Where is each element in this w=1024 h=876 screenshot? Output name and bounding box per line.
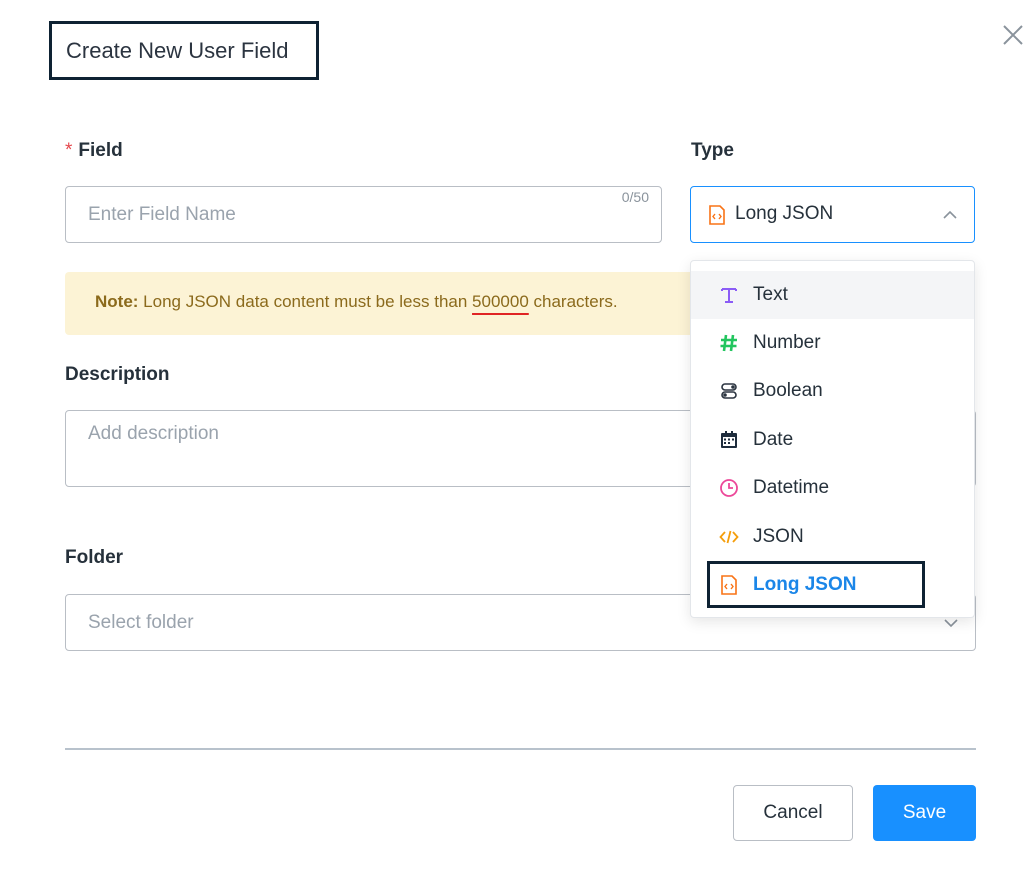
type-option-label: JSON [753,526,804,547]
type-value: Long JSON [735,203,834,224]
folder-label: Folder [65,547,124,568]
type-label: Type [691,140,734,161]
type-option-text[interactable]: Text [691,271,974,319]
required-mark: * [65,140,73,161]
close-button[interactable] [1000,22,1024,48]
field-label-text: Field [78,140,123,161]
type-option-json[interactable]: JSON [691,513,974,561]
dialog-title-box: Create New User Field [49,21,319,80]
toggle-icon [719,381,739,401]
note-prefix: Note: [95,292,139,311]
chevron-up-icon [942,207,958,228]
type-option-boolean[interactable]: Boolean [691,367,974,415]
char-counter: 0/50 [621,189,649,205]
type-option-label: Text [753,284,788,305]
chevron-down-icon [943,615,959,636]
note-text: Note: Long JSON data content must be les… [95,292,618,312]
code-file-icon [719,575,739,595]
close-icon [1003,25,1023,45]
save-button[interactable]: Save [873,785,976,841]
type-option-label: Number [753,332,821,353]
type-option-label: Datetime [753,477,830,498]
note-suffix: characters. [528,292,618,311]
dialog-title: Create New User Field [66,37,289,63]
type-option-long-json[interactable]: Long JSON [691,561,974,609]
footer-divider [65,748,976,750]
note-banner: Note: Long JSON data content must be les… [65,272,705,335]
calendar-icon [719,430,739,450]
description-placeholder: Add description [88,423,219,444]
description-label: Description [65,364,170,385]
field-label: * Field [65,140,123,162]
type-option-datetime[interactable]: Datetime [691,464,974,512]
code-icon [719,527,739,547]
type-option-label: Boolean [753,380,823,401]
type-option-label: Date [753,429,794,450]
type-select[interactable]: Long JSON [690,186,975,243]
note-limit: 500000 [472,292,529,311]
text-icon [719,285,739,305]
note-body: Long JSON data content must be less than [138,292,473,311]
field-name-input[interactable]: Enter Field Name 0/50 [65,186,662,243]
type-option-date[interactable]: Date [691,416,974,464]
type-option-number[interactable]: Number [691,319,974,367]
hash-icon [719,333,739,353]
clock-icon [719,478,739,498]
field-name-placeholder: Enter Field Name [88,204,236,225]
type-dropdown: Text Number Boolean Date Datetime JSON L… [690,260,975,618]
code-file-icon [708,205,726,230]
cancel-button[interactable]: Cancel [733,785,853,841]
type-option-label: Long JSON [753,574,857,595]
folder-placeholder: Select folder [88,612,194,633]
